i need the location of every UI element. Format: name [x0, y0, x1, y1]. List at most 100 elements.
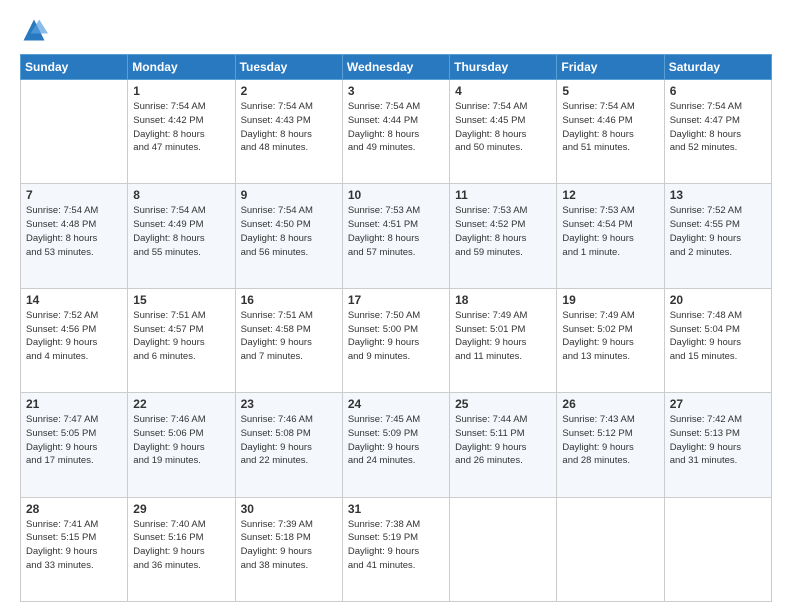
day-info: Sunrise: 7:43 AM Sunset: 5:12 PM Dayligh… — [562, 413, 658, 468]
calendar-cell: 15Sunrise: 7:51 AM Sunset: 4:57 PM Dayli… — [128, 288, 235, 392]
day-info: Sunrise: 7:48 AM Sunset: 5:04 PM Dayligh… — [670, 309, 766, 364]
calendar-cell: 13 Sunrise: 7:52 AM Sunset: 4:55 PM Dayli… — [664, 184, 771, 288]
calendar-cell: 17 Sunrise: 7:50 AM Sunset: 5:00 PM Dayli… — [342, 288, 449, 392]
header — [20, 16, 772, 44]
day-info: Sunrise: 7:46 AM Sunset: 5:08 PM Dayligh… — [241, 413, 337, 468]
calendar-header-wednesday: Wednesday — [342, 55, 449, 80]
calendar-header-friday: Friday — [557, 55, 664, 80]
day-number: 31 — [348, 502, 444, 516]
day-number: 13 — [670, 188, 766, 202]
calendar-week-3: 21Sunrise: 7:47 AM Sunset: 5:05 PM Dayli… — [21, 393, 772, 497]
calendar-week-0: 1Sunrise: 7:54 AM Sunset: 4:42 PM Daylig… — [21, 80, 772, 184]
day-number: 9 — [241, 188, 337, 202]
calendar-cell: 25Sunrise: 7:44 AM Sunset: 5:11 PM Dayli… — [450, 393, 557, 497]
page: SundayMondayTuesdayWednesdayThursdayFrid… — [0, 0, 792, 612]
day-info: Sunrise: 7:49 AM Sunset: 5:01 PM Dayligh… — [455, 309, 551, 364]
day-info: Sunrise: 7:52 AM Sunset: 4:55 PM Dayligh… — [670, 204, 766, 259]
day-number: 5 — [562, 84, 658, 98]
day-number: 6 — [670, 84, 766, 98]
calendar-week-4: 28 Sunrise: 7:41 AM Sunset: 5:15 PM Dayli… — [21, 497, 772, 601]
calendar-header-sunday: Sunday — [21, 55, 128, 80]
calendar-cell: 10Sunrise: 7:53 AM Sunset: 4:51 PM Dayli… — [342, 184, 449, 288]
day-info: Sunrise: 7:38 AM Sunset: 5:19 PM Dayligh… — [348, 518, 444, 573]
day-number: 26 — [562, 397, 658, 411]
calendar-cell: 24Sunrise: 7:45 AM Sunset: 5:09 PM Dayli… — [342, 393, 449, 497]
calendar-cell — [450, 497, 557, 601]
day-info: Sunrise: 7:44 AM Sunset: 5:11 PM Dayligh… — [455, 413, 551, 468]
calendar-week-2: 14Sunrise: 7:52 AM Sunset: 4:56 PM Dayli… — [21, 288, 772, 392]
day-number: 2 — [241, 84, 337, 98]
day-info: Sunrise: 7:51 AM Sunset: 4:58 PM Dayligh… — [241, 309, 337, 364]
day-number: 28 — [26, 502, 122, 516]
day-info: Sunrise: 7:53 AM Sunset: 4:51 PM Dayligh… — [348, 204, 444, 259]
day-number: 16 — [241, 293, 337, 307]
day-number: 19 — [562, 293, 658, 307]
calendar-cell: 3Sunrise: 7:54 AM Sunset: 4:44 PM Daylig… — [342, 80, 449, 184]
calendar-cell: 31 Sunrise: 7:38 AM Sunset: 5:19 PM Dayli… — [342, 497, 449, 601]
day-number: 23 — [241, 397, 337, 411]
calendar-header-thursday: Thursday — [450, 55, 557, 80]
day-number: 18 — [455, 293, 551, 307]
day-number: 11 — [455, 188, 551, 202]
day-number: 29 — [133, 502, 229, 516]
calendar-cell: 14Sunrise: 7:52 AM Sunset: 4:56 PM Dayli… — [21, 288, 128, 392]
day-info: Sunrise: 7:54 AM Sunset: 4:47 PM Dayligh… — [670, 100, 766, 155]
day-number: 15 — [133, 293, 229, 307]
calendar-cell: 27Sunrise: 7:42 AM Sunset: 5:13 PM Dayli… — [664, 393, 771, 497]
day-info: Sunrise: 7:40 AM Sunset: 5:16 PM Dayligh… — [133, 518, 229, 573]
day-info: Sunrise: 7:53 AM Sunset: 4:54 PM Dayligh… — [562, 204, 658, 259]
day-info: Sunrise: 7:54 AM Sunset: 4:46 PM Dayligh… — [562, 100, 658, 155]
calendar-cell: 7 Sunrise: 7:54 AM Sunset: 4:48 PM Daylig… — [21, 184, 128, 288]
day-info: Sunrise: 7:46 AM Sunset: 5:06 PM Dayligh… — [133, 413, 229, 468]
calendar-cell — [21, 80, 128, 184]
calendar-cell: 16 Sunrise: 7:51 AM Sunset: 4:58 PM Dayli… — [235, 288, 342, 392]
calendar-cell: 19 Sunrise: 7:49 AM Sunset: 5:02 PM Dayli… — [557, 288, 664, 392]
calendar-cell: 18 Sunrise: 7:49 AM Sunset: 5:01 PM Dayli… — [450, 288, 557, 392]
day-info: Sunrise: 7:54 AM Sunset: 4:43 PM Dayligh… — [241, 100, 337, 155]
calendar-cell: 22Sunrise: 7:46 AM Sunset: 5:06 PM Dayli… — [128, 393, 235, 497]
calendar-header-tuesday: Tuesday — [235, 55, 342, 80]
calendar-header-saturday: Saturday — [664, 55, 771, 80]
calendar-cell: 29 Sunrise: 7:40 AM Sunset: 5:16 PM Dayli… — [128, 497, 235, 601]
day-number: 14 — [26, 293, 122, 307]
day-info: Sunrise: 7:54 AM Sunset: 4:48 PM Dayligh… — [26, 204, 122, 259]
day-number: 17 — [348, 293, 444, 307]
day-number: 8 — [133, 188, 229, 202]
day-info: Sunrise: 7:53 AM Sunset: 4:52 PM Dayligh… — [455, 204, 551, 259]
calendar-week-1: 7 Sunrise: 7:54 AM Sunset: 4:48 PM Daylig… — [21, 184, 772, 288]
calendar-cell: 8 Sunrise: 7:54 AM Sunset: 4:49 PM Daylig… — [128, 184, 235, 288]
day-info: Sunrise: 7:41 AM Sunset: 5:15 PM Dayligh… — [26, 518, 122, 573]
calendar-cell: 26 Sunrise: 7:43 AM Sunset: 5:12 PM Dayli… — [557, 393, 664, 497]
calendar-cell: 21Sunrise: 7:47 AM Sunset: 5:05 PM Dayli… — [21, 393, 128, 497]
logo — [20, 16, 52, 44]
day-info: Sunrise: 7:42 AM Sunset: 5:13 PM Dayligh… — [670, 413, 766, 468]
day-number: 4 — [455, 84, 551, 98]
calendar-cell: 11 Sunrise: 7:53 AM Sunset: 4:52 PM Dayli… — [450, 184, 557, 288]
day-number: 24 — [348, 397, 444, 411]
calendar-cell: 4 Sunrise: 7:54 AM Sunset: 4:45 PM Daylig… — [450, 80, 557, 184]
day-number: 21 — [26, 397, 122, 411]
day-info: Sunrise: 7:54 AM Sunset: 4:42 PM Dayligh… — [133, 100, 229, 155]
day-number: 30 — [241, 502, 337, 516]
calendar-table: SundayMondayTuesdayWednesdayThursdayFrid… — [20, 54, 772, 602]
day-info: Sunrise: 7:49 AM Sunset: 5:02 PM Dayligh… — [562, 309, 658, 364]
calendar-cell: 20 Sunrise: 7:48 AM Sunset: 5:04 PM Dayli… — [664, 288, 771, 392]
day-number: 12 — [562, 188, 658, 202]
day-info: Sunrise: 7:54 AM Sunset: 4:50 PM Dayligh… — [241, 204, 337, 259]
day-info: Sunrise: 7:50 AM Sunset: 5:00 PM Dayligh… — [348, 309, 444, 364]
calendar-cell: 30 Sunrise: 7:39 AM Sunset: 5:18 PM Dayli… — [235, 497, 342, 601]
calendar-cell: 2 Sunrise: 7:54 AM Sunset: 4:43 PM Daylig… — [235, 80, 342, 184]
day-info: Sunrise: 7:39 AM Sunset: 5:18 PM Dayligh… — [241, 518, 337, 573]
day-info: Sunrise: 7:54 AM Sunset: 4:49 PM Dayligh… — [133, 204, 229, 259]
calendar-header-monday: Monday — [128, 55, 235, 80]
day-number: 7 — [26, 188, 122, 202]
day-info: Sunrise: 7:54 AM Sunset: 4:45 PM Dayligh… — [455, 100, 551, 155]
logo-icon — [20, 16, 48, 44]
calendar-cell: 9 Sunrise: 7:54 AM Sunset: 4:50 PM Daylig… — [235, 184, 342, 288]
calendar-cell: 5 Sunrise: 7:54 AM Sunset: 4:46 PM Daylig… — [557, 80, 664, 184]
calendar-cell: 6 Sunrise: 7:54 AM Sunset: 4:47 PM Daylig… — [664, 80, 771, 184]
calendar-cell: 28 Sunrise: 7:41 AM Sunset: 5:15 PM Dayli… — [21, 497, 128, 601]
calendar-cell — [664, 497, 771, 601]
day-number: 20 — [670, 293, 766, 307]
calendar-cell: 1Sunrise: 7:54 AM Sunset: 4:42 PM Daylig… — [128, 80, 235, 184]
